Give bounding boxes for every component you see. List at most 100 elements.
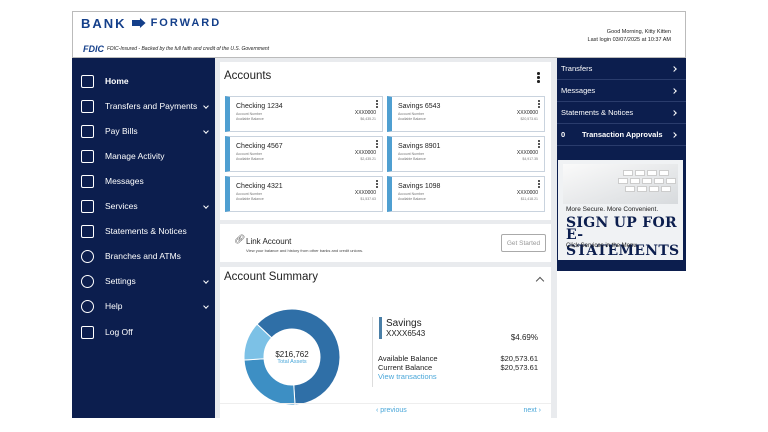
chevron-down-icon [203, 128, 209, 134]
available-balance-value: $20,573.61 [500, 354, 538, 363]
greeting-name: Good Morning, Kitty Kitten [606, 29, 671, 35]
approvals-label: Transaction Approvals [582, 130, 663, 139]
quick-link-transfers[interactable]: Transfers [557, 58, 686, 80]
chevron-down-icon [203, 278, 209, 284]
chevron-right-icon [671, 131, 677, 138]
chevron-right-icon [671, 65, 677, 72]
sidebar-item-messages[interactable]: Messages [72, 170, 215, 192]
summary-pager: ‹ previous next › [220, 403, 551, 418]
card-more-icon[interactable] [376, 140, 379, 149]
quick-link-statements[interactable]: Statements & Notices [557, 102, 686, 124]
chevron-down-icon [203, 103, 209, 109]
account-sub: Account Number Available Balance [398, 192, 426, 201]
card-more-icon[interactable] [376, 100, 379, 109]
account-amount: $6,435.21 [360, 117, 376, 121]
account-card[interactable]: Checking 1234 Account Number Available Ba… [225, 96, 383, 132]
logo-forward-text: FORWARD [150, 17, 222, 29]
promo-cta: Click Services in the Menu [566, 243, 637, 249]
chevron-right-icon [671, 109, 677, 116]
transfer-icon [81, 99, 94, 113]
card-more-icon[interactable] [538, 180, 541, 189]
quick-link-messages[interactable]: Messages [557, 80, 686, 102]
bank-logo[interactable]: BANK FORWARD [81, 15, 222, 31]
main-content: Accounts Checking 1234 Account Number Ava… [215, 58, 557, 418]
chevron-down-icon [203, 303, 209, 309]
statement-icon [81, 224, 94, 238]
chevron-down-icon [203, 203, 209, 209]
sidebar-item-label: Log Off [105, 327, 133, 337]
account-sub: Account Number Available Balance [398, 112, 426, 121]
account-mask: XXX0000 [516, 150, 538, 156]
phone-icon [81, 199, 94, 213]
link-icon: 🔗︎ [234, 234, 246, 244]
sidebar-item-services[interactable]: Services [72, 195, 215, 217]
account-amount: $4,917.35 [522, 157, 538, 161]
account-sub: Account Number Available Balance [236, 152, 264, 161]
sidebar-item-label: Messages [105, 176, 144, 186]
quick-link-label: Messages [561, 86, 596, 95]
card-more-icon[interactable] [538, 140, 541, 149]
sidebar-item-label: Services [105, 201, 138, 211]
current-balance-value: $20,573.61 [500, 363, 538, 372]
get-started-button[interactable]: Get Started [501, 234, 546, 252]
available-balance-label: Available Balance [378, 354, 438, 363]
sidebar-item-label: Settings [105, 276, 136, 286]
account-mask: XXX0000 [516, 110, 538, 116]
card-more-icon[interactable] [538, 100, 541, 109]
logo-bank-text: BANK [81, 15, 127, 31]
mail-icon [81, 174, 94, 188]
sidebar-item-pay-bills[interactable]: Pay Bills [72, 120, 215, 142]
quick-link-label: Statements & Notices [561, 108, 634, 117]
fdic-text: FDIC-Insured - Backed by the full faith … [107, 46, 270, 52]
quick-link-approvals[interactable]: 0 Transaction Approvals [557, 124, 686, 146]
selected-account-rate: $4.69% [510, 333, 538, 342]
sidebar-item-help[interactable]: Help [72, 295, 215, 317]
sidebar-item-home[interactable]: Home [72, 70, 215, 92]
sidebar-item-label: Help [105, 301, 123, 311]
account-card[interactable]: Checking 4567 Account Number Available Ba… [225, 136, 383, 172]
greeting: Good Morning, Kitty Kitten Last login 03… [588, 28, 671, 44]
promo-tagline: More Secure. More Convenient. [566, 206, 659, 213]
next-button[interactable]: next › [523, 407, 541, 414]
last-login: Last login 03/07/2025 at 10:37 AM [587, 37, 671, 43]
sidebar-item-transfers-payments[interactable]: Transfers and Payments [72, 95, 215, 117]
location-icon [81, 249, 94, 263]
account-card[interactable]: Checking 4321 Account Number Available Ba… [225, 176, 383, 212]
sidebar-item-label: Pay Bills [105, 126, 138, 136]
sidebar-item-label: Home [105, 76, 129, 86]
account-card[interactable]: Savings 1098 Account Number Available Bal… [387, 176, 545, 212]
sidebar-item-manage-activity[interactable]: Manage Activity [72, 145, 215, 167]
chart-icon [81, 149, 94, 163]
total-assets-value: $216,762 [275, 349, 309, 359]
app-frame: BANK FORWARD FDIC FDIC-Insured - Backed … [72, 11, 686, 418]
help-icon [81, 299, 94, 313]
account-name: Savings 8901 [398, 143, 441, 150]
card-more-icon[interactable] [376, 180, 379, 189]
keyboard-image [563, 164, 678, 204]
account-mask: XXX0000 [354, 110, 376, 116]
sidebar-item-label: Transfers and Payments [105, 101, 198, 111]
sidebar-item-log-off[interactable]: Log Off [72, 321, 215, 343]
link-account-panel: 🔗︎ Link Account View your balance and hi… [220, 224, 551, 262]
account-mask: XXX0000 [354, 150, 376, 156]
current-balance-label: Current Balance [378, 363, 433, 372]
account-sub: Account Number Available Balance [398, 152, 426, 161]
approvals-count: 0 [561, 130, 566, 139]
accounts-more-icon[interactable] [537, 72, 540, 84]
account-card[interactable]: Savings 8901 Account Number Available Bal… [387, 136, 545, 172]
account-name: Savings 1098 [398, 183, 441, 190]
fdic-notice: FDIC FDIC-Insured - Backed by the full f… [83, 44, 269, 54]
link-account-title: Link Account [246, 237, 292, 246]
estatements-promo-banner[interactable]: More Secure. More Convenient. SIGN UP FO… [558, 160, 683, 260]
chevron-up-icon[interactable] [535, 276, 545, 286]
account-card[interactable]: Savings 6543 Account Number Available Bal… [387, 96, 545, 132]
sidebar-item-branches[interactable]: Branches and ATMs [72, 245, 215, 267]
previous-button[interactable]: ‹ previous [376, 407, 407, 414]
account-sub: Account Number Available Balance [236, 192, 264, 201]
chevron-right-icon [671, 87, 677, 94]
account-summary-panel: Account Summary $216,762 Total Assets Sa… [220, 267, 551, 418]
sidebar-item-statements[interactable]: Statements & Notices [72, 220, 215, 242]
sidebar-item-label: Statements & Notices [105, 226, 187, 236]
view-transactions-link[interactable]: View transactions [378, 372, 437, 381]
sidebar-item-settings[interactable]: Settings [72, 270, 215, 292]
